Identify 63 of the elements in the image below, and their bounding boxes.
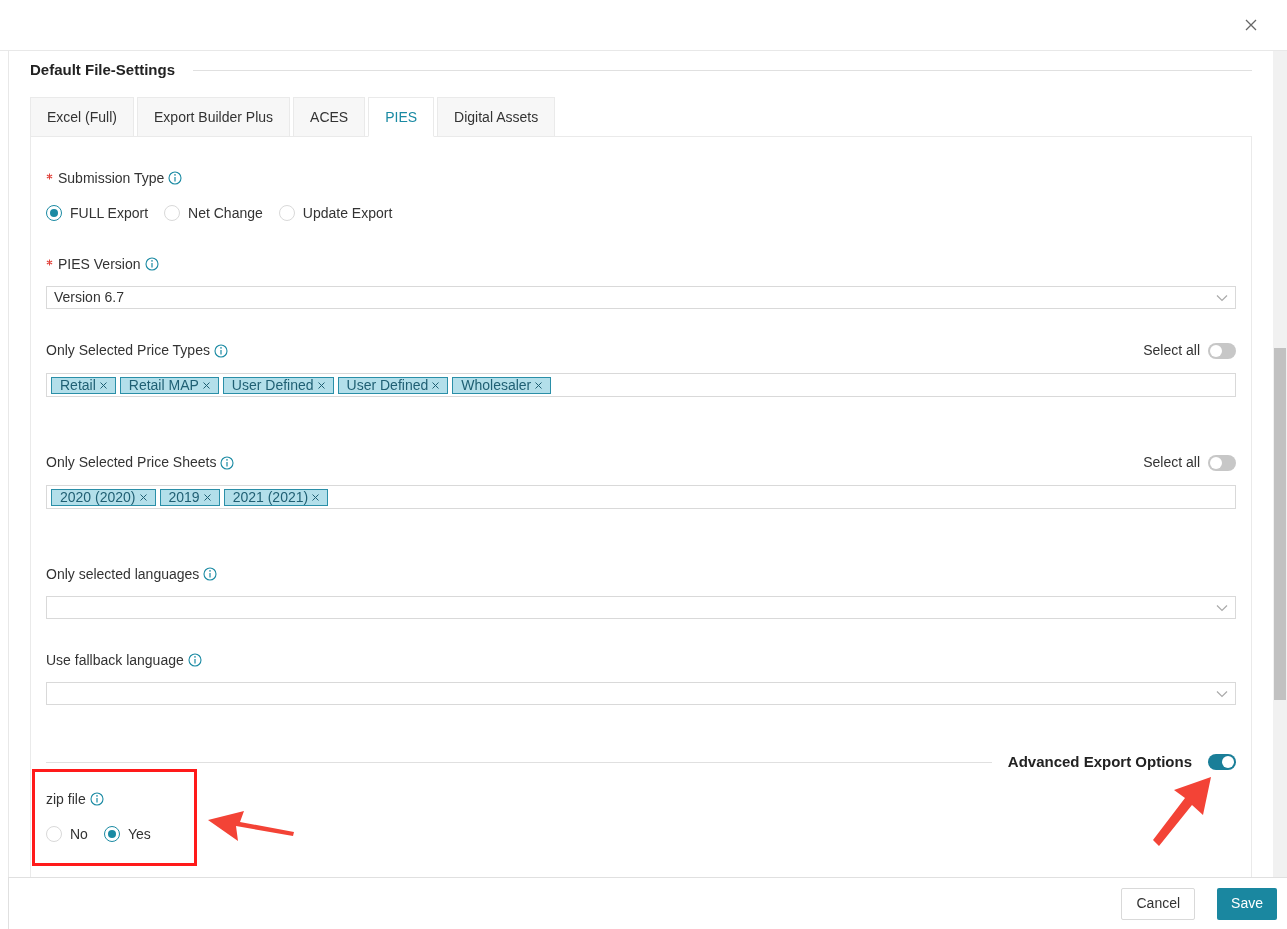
toggle-switch[interactable] <box>1208 754 1236 770</box>
info-icon <box>89 792 104 806</box>
tag-chip[interactable]: 2021 (2021) <box>223 488 329 506</box>
tag-input-field[interactable]: Retail Retail MAP User Defined User Defined Wholesaler <box>46 373 1236 397</box>
chevron-down-icon <box>1216 689 1228 698</box>
tag-chip[interactable]: Wholesaler <box>452 376 552 394</box>
info-icon <box>187 653 202 667</box>
field-label: Submission Type <box>58 168 165 188</box>
select-field[interactable] <box>46 596 1236 619</box>
tag-input-field[interactable]: 2020 (2020) 2019 2021 (2021) <box>46 485 1236 509</box>
field-label: PIES Version <box>58 254 141 274</box>
field-label: Only selected languages <box>46 564 200 584</box>
radio-button[interactable] <box>103 826 120 842</box>
select-all-label: Select all <box>1143 341 1200 360</box>
close-icon[interactable] <box>1245 19 1257 31</box>
save-button[interactable]: Save <box>1217 887 1277 920</box>
field-label: Only Selected Price Sheets <box>46 453 217 472</box>
remove-icon[interactable] <box>535 381 543 389</box>
info-icon <box>168 171 183 185</box>
radio-label: FULL Export <box>70 203 149 223</box>
remove-icon[interactable] <box>202 381 210 389</box>
tab[interactable]: PIES <box>368 97 435 137</box>
remove-icon[interactable] <box>139 493 147 501</box>
radio-button[interactable] <box>46 205 62 221</box>
annotation-arrow <box>1150 775 1214 847</box>
tab[interactable]: Excel (Full) <box>30 97 134 137</box>
tab[interactable]: ACES <box>293 97 366 137</box>
tag-chip[interactable]: Retail MAP <box>119 376 219 394</box>
select-field[interactable]: Version 6.7 <box>46 286 1236 309</box>
select-field[interactable] <box>46 682 1236 705</box>
info-icon <box>220 455 235 470</box>
tab[interactable]: Export Builder Plus <box>137 97 291 137</box>
remove-icon[interactable] <box>317 381 325 389</box>
radio-label: Update Export <box>302 203 393 223</box>
info-icon <box>213 343 228 358</box>
field-label: Only Selected Price Types <box>46 341 210 360</box>
remove-icon[interactable] <box>99 381 107 389</box>
remove-icon[interactable] <box>312 493 320 501</box>
field-label: zip file <box>46 789 86 809</box>
chevron-down-icon <box>1216 293 1228 302</box>
tag-chip[interactable]: Retail <box>51 376 116 394</box>
radio-label: Yes <box>127 824 151 844</box>
remove-icon[interactable] <box>203 493 211 501</box>
section-title: Default File-Settings <box>30 59 175 80</box>
tag-chip[interactable]: User Defined <box>337 376 449 394</box>
radio-label: No <box>70 824 88 844</box>
toggle-switch[interactable] <box>1208 342 1236 359</box>
select-all-label: Select all <box>1143 453 1200 472</box>
select-value: Version 6.7 <box>54 288 125 307</box>
info-icon <box>144 257 159 271</box>
toggle-switch[interactable] <box>1208 454 1236 471</box>
scrollbar[interactable] <box>1273 51 1287 877</box>
chevron-down-icon <box>1216 603 1228 612</box>
field-label: Use fallback language <box>46 650 184 670</box>
cancel-button[interactable]: Cancel <box>1121 887 1196 920</box>
remove-icon[interactable] <box>432 381 440 389</box>
advanced-options-label: Advanced Export Options <box>1007 751 1192 772</box>
tag-chip[interactable]: User Defined <box>222 376 334 394</box>
tag-chip[interactable]: 2020 (2020) <box>51 488 156 506</box>
info-icon <box>203 567 218 581</box>
tag-chip[interactable]: 2019 <box>159 488 220 506</box>
radio-label: Net Change <box>188 203 263 223</box>
tab[interactable]: Digital Assets <box>437 97 556 137</box>
